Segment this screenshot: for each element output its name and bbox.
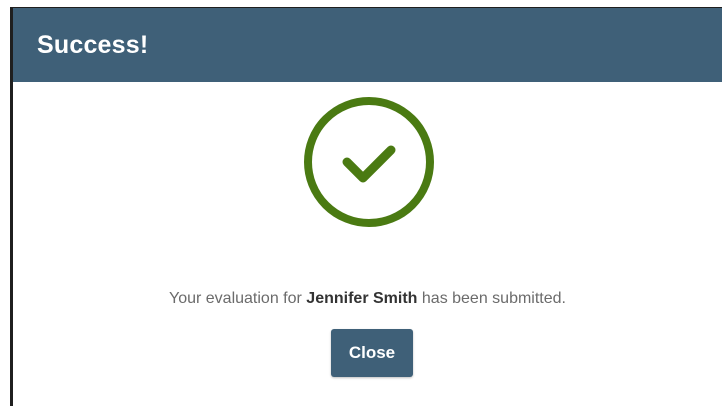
confirmation-message: Your evaluation for Jennifer Smith has b… — [13, 290, 722, 308]
close-button[interactable]: Close — [331, 329, 413, 377]
evaluated-person-name: Jennifer Smith — [306, 290, 418, 307]
dialog-header: Success! — [13, 8, 722, 82]
message-prefix: Your evaluation for — [169, 290, 302, 307]
check-circle-icon — [303, 96, 435, 228]
success-dialog: Success! Your evaluation for Jennifer Sm… — [10, 7, 722, 406]
dialog-title: Success! — [37, 30, 149, 59]
message-suffix: has been submitted. — [421, 290, 566, 307]
